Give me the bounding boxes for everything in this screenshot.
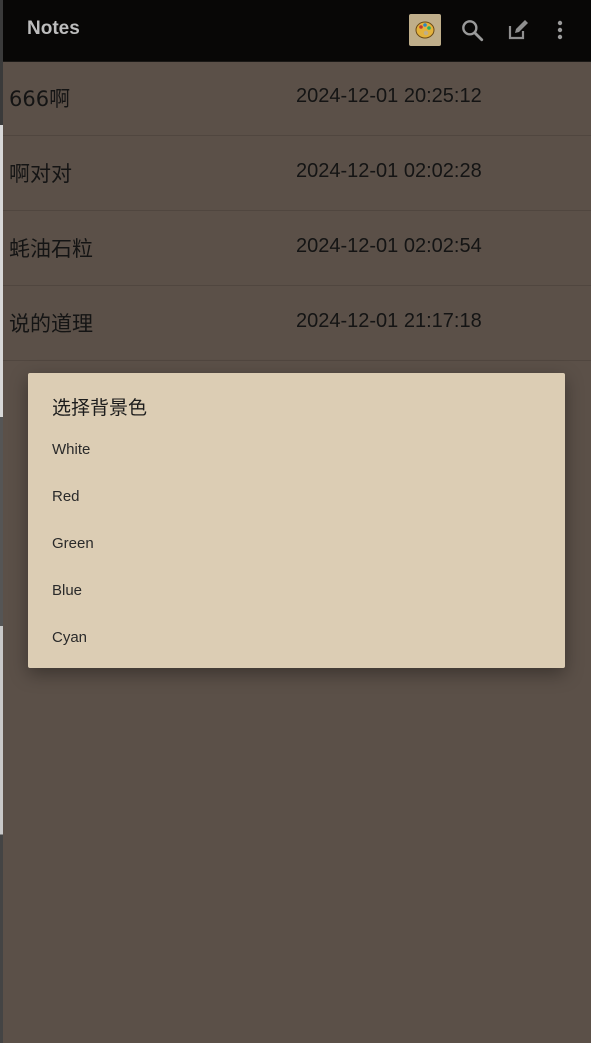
- color-option-cyan[interactable]: Cyan: [28, 614, 565, 661]
- note-timestamp: 2024-12-01 20:25:12: [296, 85, 482, 107]
- note-title: 啊对对: [9, 162, 72, 186]
- new-note-button[interactable]: [501, 13, 535, 47]
- dialog-title: 选择背景色: [52, 397, 148, 419]
- note-timestamp: 2024-12-01 02:02:28: [296, 160, 482, 182]
- note-timestamp: 2024-12-01 21:17:18: [296, 310, 482, 332]
- background-color-dialog: 选择背景色 White Red Green Blue Cyan: [28, 373, 565, 668]
- edit-icon: [508, 20, 528, 40]
- overflow-menu-icon: [557, 20, 563, 40]
- palette-icon: [415, 21, 435, 39]
- note-title: 蚝油石粒: [9, 237, 93, 261]
- search-button[interactable]: [455, 13, 489, 47]
- color-option-blue[interactable]: Blue: [28, 567, 565, 614]
- background-color-button[interactable]: [409, 14, 441, 46]
- note-title: 666啊: [9, 87, 71, 111]
- note-title: 说的道理: [9, 312, 93, 336]
- note-item[interactable]: 蚝油石粒 2024-12-01 02:02:54: [3, 211, 591, 286]
- note-item[interactable]: 666啊 2024-12-01 20:25:12: [3, 61, 591, 136]
- search-icon: [462, 20, 484, 42]
- color-option-green[interactable]: Green: [28, 520, 565, 567]
- note-item[interactable]: 说的道理 2024-12-01 21:17:18: [3, 286, 591, 361]
- color-option-white[interactable]: White: [28, 426, 565, 473]
- note-timestamp: 2024-12-01 02:02:54: [296, 235, 482, 257]
- overflow-menu-button[interactable]: [543, 13, 577, 47]
- color-option-red[interactable]: Red: [28, 473, 565, 520]
- toolbar-title: Notes: [27, 18, 80, 39]
- note-item[interactable]: 啊对对 2024-12-01 02:02:28: [3, 136, 591, 211]
- notes-list: 666啊 2024-12-01 20:25:12 啊对对 2024-12-01 …: [3, 61, 591, 361]
- app-toolbar: Notes: [3, 0, 591, 62]
